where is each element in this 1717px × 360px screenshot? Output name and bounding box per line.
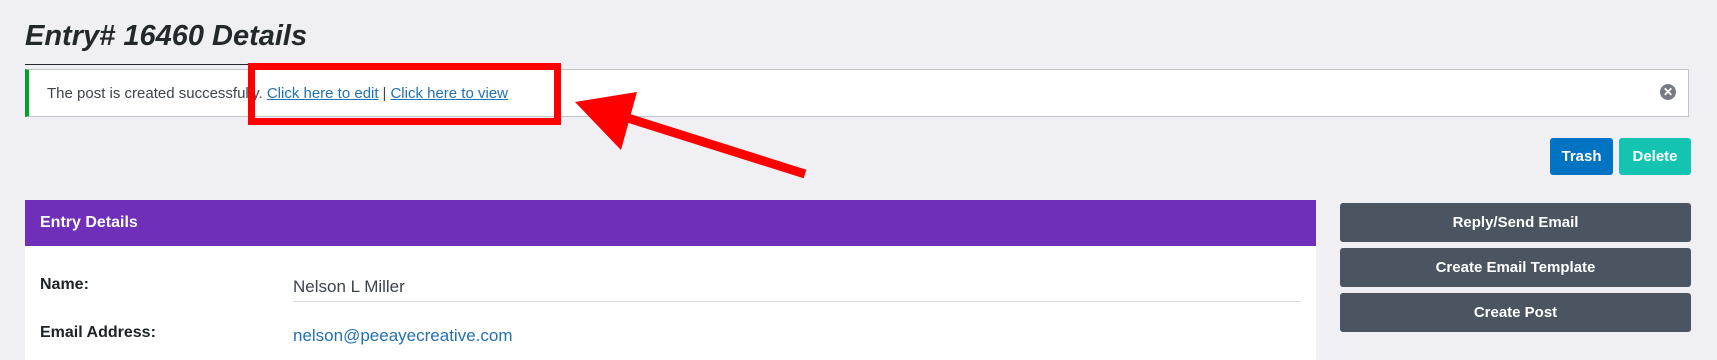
notice-separator: | [382, 85, 387, 102]
email-value: nelson@peeayecreative.com [293, 326, 513, 346]
name-value: Nelson L Miller [293, 277, 405, 296]
notice-message: The post is created successfully. [47, 85, 263, 102]
page-title: Entry# 16460 Details [25, 20, 308, 52]
entry-details-card: Entry Details Name: Nelson L Miller Emai… [25, 200, 1316, 360]
trash-button[interactable]: Trash [1550, 138, 1613, 175]
name-label: Name: [40, 276, 89, 293]
title-underline [25, 64, 290, 65]
create-post-button[interactable]: Create Post [1340, 293, 1691, 332]
delete-button[interactable]: Delete [1619, 138, 1691, 175]
view-post-link[interactable]: Click here to view [390, 85, 508, 102]
success-notice: The post is created successfully. Click … [25, 69, 1689, 117]
create-email-template-button[interactable]: Create Email Template [1340, 248, 1691, 287]
edit-post-link[interactable]: Click here to edit [267, 85, 379, 102]
entry-details-header: Entry Details [25, 200, 1316, 246]
reply-send-email-button[interactable]: Reply/Send Email [1340, 203, 1691, 242]
close-circle-icon[interactable]: ✕ [1660, 84, 1676, 100]
notice-text: The post is created successfully. Click … [47, 85, 508, 102]
name-divider [293, 301, 1301, 302]
email-link[interactable]: nelson@peeayecreative.com [293, 326, 513, 345]
email-label: Email Address: [40, 324, 156, 341]
